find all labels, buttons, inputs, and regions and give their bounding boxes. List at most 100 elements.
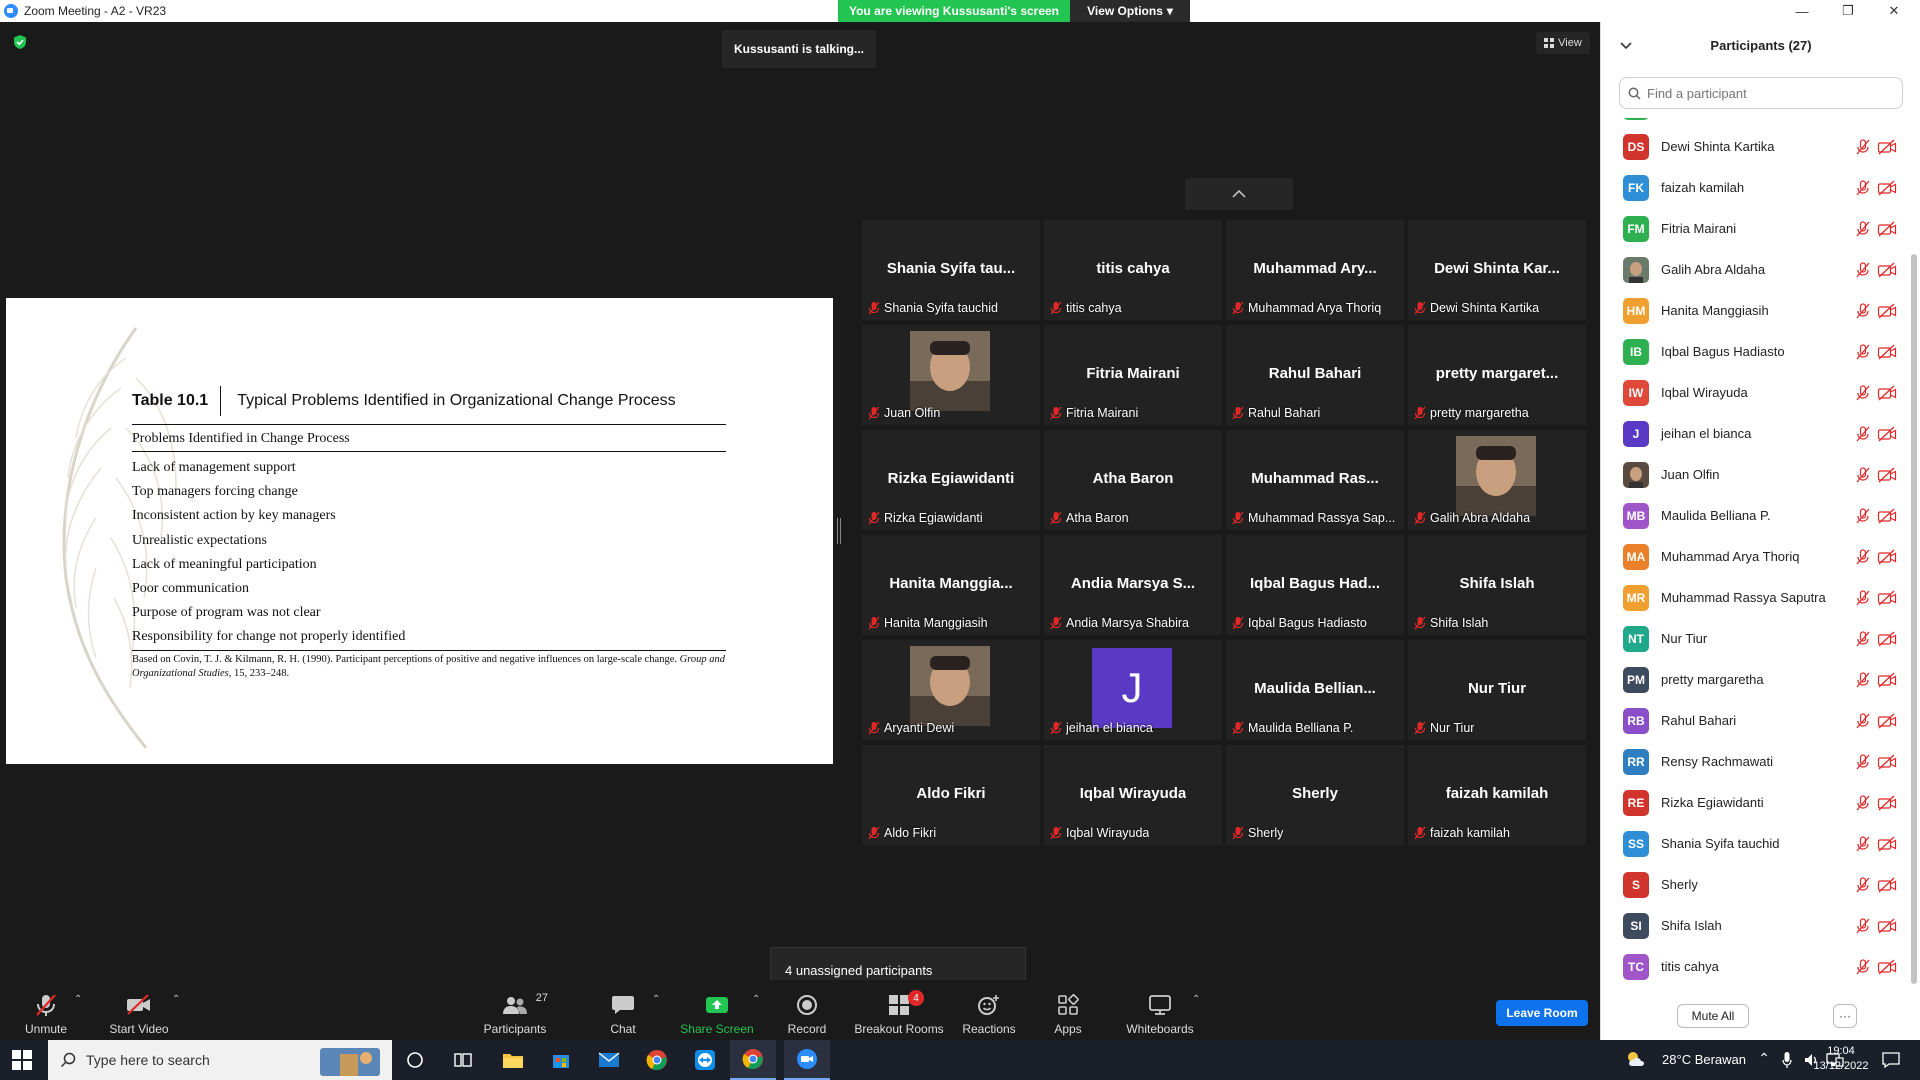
video-camera-off-icon[interactable] bbox=[1877, 713, 1897, 729]
microphone-muted-icon[interactable] bbox=[1855, 179, 1871, 196]
microphone-muted-icon[interactable] bbox=[1855, 958, 1871, 975]
microphone-muted-icon[interactable] bbox=[1855, 425, 1871, 442]
chrome-window-button[interactable] bbox=[730, 1040, 776, 1080]
notification-icon[interactable] bbox=[1882, 1051, 1900, 1069]
chat-button[interactable]: Chat bbox=[600, 984, 646, 1036]
whiteboards-button[interactable]: Whiteboards bbox=[1120, 984, 1200, 1036]
video-tile[interactable]: Shania Syifa tau... Shania Syifa tauchid bbox=[862, 220, 1040, 320]
taskview-button[interactable] bbox=[440, 1040, 486, 1080]
video-camera-off-icon[interactable] bbox=[1877, 303, 1897, 319]
microphone-muted-icon[interactable] bbox=[1855, 835, 1871, 852]
video-camera-off-icon[interactable] bbox=[1877, 385, 1897, 401]
share-options-caret[interactable]: ⌃ bbox=[752, 994, 760, 1005]
panel-scrollbar[interactable] bbox=[1911, 254, 1917, 984]
breakout-rooms-button[interactable]: 4 Breakout Rooms bbox=[852, 984, 946, 1036]
video-camera-off-icon[interactable] bbox=[1877, 795, 1897, 811]
maximize-button[interactable]: ❐ bbox=[1826, 0, 1870, 22]
video-camera-off-icon[interactable] bbox=[1877, 508, 1897, 524]
video-tile[interactable]: Iqbal Bagus Had... Iqbal Bagus Hadiasto bbox=[1226, 535, 1404, 635]
video-tile[interactable]: Nur Tiur Nur Tiur bbox=[1408, 640, 1586, 740]
participant-row[interactable]: Galih Abra Aldaha bbox=[1601, 249, 1907, 290]
video-tile[interactable]: pretty margaret... pretty margaretha bbox=[1408, 325, 1586, 425]
video-options-caret[interactable]: ⌃ bbox=[172, 994, 180, 1005]
microphone-muted-icon[interactable] bbox=[1855, 466, 1871, 483]
participants-button[interactable]: 27 Participants bbox=[480, 984, 550, 1036]
microphone-muted-icon[interactable] bbox=[1855, 261, 1871, 278]
microphone-muted-icon[interactable] bbox=[1855, 343, 1871, 360]
taskbar-clock[interactable]: 19:04 13/12/2022 bbox=[1805, 1044, 1877, 1076]
video-tile[interactable]: Andia Marsya S... Andia Marsya Shabira bbox=[1044, 535, 1222, 635]
video-tile[interactable]: Sherly Sherly bbox=[1226, 745, 1404, 845]
participant-row[interactable]: HM Hanita Manggiasih bbox=[1601, 290, 1907, 331]
participant-row[interactable]: MA Muhammad Arya Thoriq bbox=[1601, 536, 1907, 577]
microphone-muted-icon[interactable] bbox=[1855, 753, 1871, 770]
video-camera-off-icon[interactable] bbox=[1877, 836, 1897, 852]
video-tile[interactable]: Aldo Fikri Aldo Fikri bbox=[862, 745, 1040, 845]
video-camera-off-icon[interactable] bbox=[1877, 877, 1897, 893]
microphone-muted-icon[interactable] bbox=[1855, 630, 1871, 647]
participant-row[interactable]: MB Maulida Belliana P. bbox=[1601, 495, 1907, 536]
microphone-muted-icon[interactable] bbox=[1855, 384, 1871, 401]
unmute-button[interactable]: Unmute bbox=[16, 984, 76, 1036]
record-button[interactable]: Record bbox=[782, 984, 832, 1036]
video-camera-off-icon[interactable] bbox=[1877, 426, 1897, 442]
microphone-muted-icon[interactable] bbox=[1855, 794, 1871, 811]
apps-button[interactable]: Apps bbox=[1048, 984, 1088, 1036]
video-tile[interactable]: Jjeihan el bianca bbox=[1044, 640, 1222, 740]
video-tile[interactable]: Rizka Egiawidanti Rizka Egiawidanti bbox=[862, 430, 1040, 530]
video-camera-off-icon[interactable] bbox=[1877, 590, 1897, 606]
leave-room-button[interactable]: Leave Room bbox=[1496, 1000, 1588, 1026]
participant-row[interactable]: IW Iqbal Wirayuda bbox=[1601, 372, 1907, 413]
participant-row[interactable]: FM Fitria Mairani bbox=[1601, 208, 1907, 249]
microphone-muted-icon[interactable] bbox=[1855, 138, 1871, 155]
view-button[interactable]: View bbox=[1536, 32, 1590, 54]
video-camera-off-icon[interactable] bbox=[1877, 139, 1897, 155]
microphone-muted-icon[interactable] bbox=[1855, 589, 1871, 606]
video-camera-off-icon[interactable] bbox=[1877, 180, 1897, 196]
more-options-button[interactable]: ··· bbox=[1833, 1004, 1857, 1028]
audio-options-caret[interactable]: ⌃ bbox=[74, 994, 82, 1005]
participant-row[interactable]: SI Shifa Islah bbox=[1601, 905, 1907, 946]
participant-row[interactable]: RR Rensy Rachmawati bbox=[1601, 741, 1907, 782]
participant-row[interactable]: FK faizah kamilah bbox=[1601, 167, 1907, 208]
video-tile[interactable]: Atha Baron Atha Baron bbox=[1044, 430, 1222, 530]
participant-row[interactable]: Jjeihan el bianca bbox=[1601, 413, 1907, 454]
file-explorer-button[interactable] bbox=[490, 1040, 536, 1080]
microphone-muted-icon[interactable] bbox=[1855, 671, 1871, 688]
participant-row[interactable]: DS Dewi Shinta Kartika bbox=[1601, 126, 1907, 167]
video-tile[interactable]: Hanita Manggia... Hanita Manggiasih bbox=[862, 535, 1040, 635]
reactions-button[interactable]: Reactions bbox=[958, 984, 1020, 1036]
video-tile[interactable]: Iqbal Wirayuda Iqbal Wirayuda bbox=[1044, 745, 1222, 845]
video-tile[interactable]: Muhammad Ary... Muhammad Arya Thoriq bbox=[1226, 220, 1404, 320]
video-camera-off-icon[interactable] bbox=[1877, 344, 1897, 360]
video-camera-off-icon[interactable] bbox=[1877, 467, 1897, 483]
participant-row[interactable]: RE Rizka Egiawidanti bbox=[1601, 782, 1907, 823]
video-tile[interactable]: Fitria Mairani Fitria Mairani bbox=[1044, 325, 1222, 425]
video-tile[interactable]: Aryanti Dewi bbox=[862, 640, 1040, 740]
zoom-taskbar-button[interactable] bbox=[784, 1040, 830, 1080]
participant-row[interactable]: RB Rahul Bahari bbox=[1601, 700, 1907, 741]
microphone-muted-icon[interactable] bbox=[1855, 302, 1871, 319]
participant-row[interactable]: NT Nur Tiur bbox=[1601, 618, 1907, 659]
microphone-muted-icon[interactable] bbox=[1855, 712, 1871, 729]
microphone-muted-icon[interactable] bbox=[1855, 220, 1871, 237]
share-screen-button[interactable]: Share Screen bbox=[676, 984, 758, 1036]
view-options-button[interactable]: View Options ▾ bbox=[1070, 0, 1190, 22]
participant-row[interactable]: S Sherly bbox=[1601, 864, 1907, 905]
video-camera-off-icon[interactable] bbox=[1877, 262, 1897, 278]
whiteboard-options-caret[interactable]: ⌃ bbox=[1192, 994, 1200, 1005]
mail-button[interactable] bbox=[586, 1040, 632, 1080]
teamviewer-button[interactable] bbox=[682, 1040, 728, 1080]
video-tile[interactable]: titis cahya titis cahya bbox=[1044, 220, 1222, 320]
participant-search-input[interactable] bbox=[1647, 85, 1887, 101]
participant-row[interactable]: PM pretty margaretha bbox=[1601, 659, 1907, 700]
video-camera-off-icon[interactable] bbox=[1877, 672, 1897, 688]
video-tile[interactable]: Muhammad Ras... Muhammad Rassya Sap... bbox=[1226, 430, 1404, 530]
microphone-muted-icon[interactable] bbox=[1855, 917, 1871, 934]
participant-row[interactable]: SS Shania Syifa tauchid bbox=[1601, 823, 1907, 864]
participant-row[interactable]: IB Iqbal Bagus Hadiasto bbox=[1601, 331, 1907, 372]
participant-row[interactable]: TC titis cahya bbox=[1601, 946, 1907, 987]
video-tile[interactable]: Maulida Bellian... Maulida Belliana P. bbox=[1226, 640, 1404, 740]
microphone-muted-icon[interactable] bbox=[1855, 876, 1871, 893]
video-tile[interactable]: Juan Olfin bbox=[862, 325, 1040, 425]
